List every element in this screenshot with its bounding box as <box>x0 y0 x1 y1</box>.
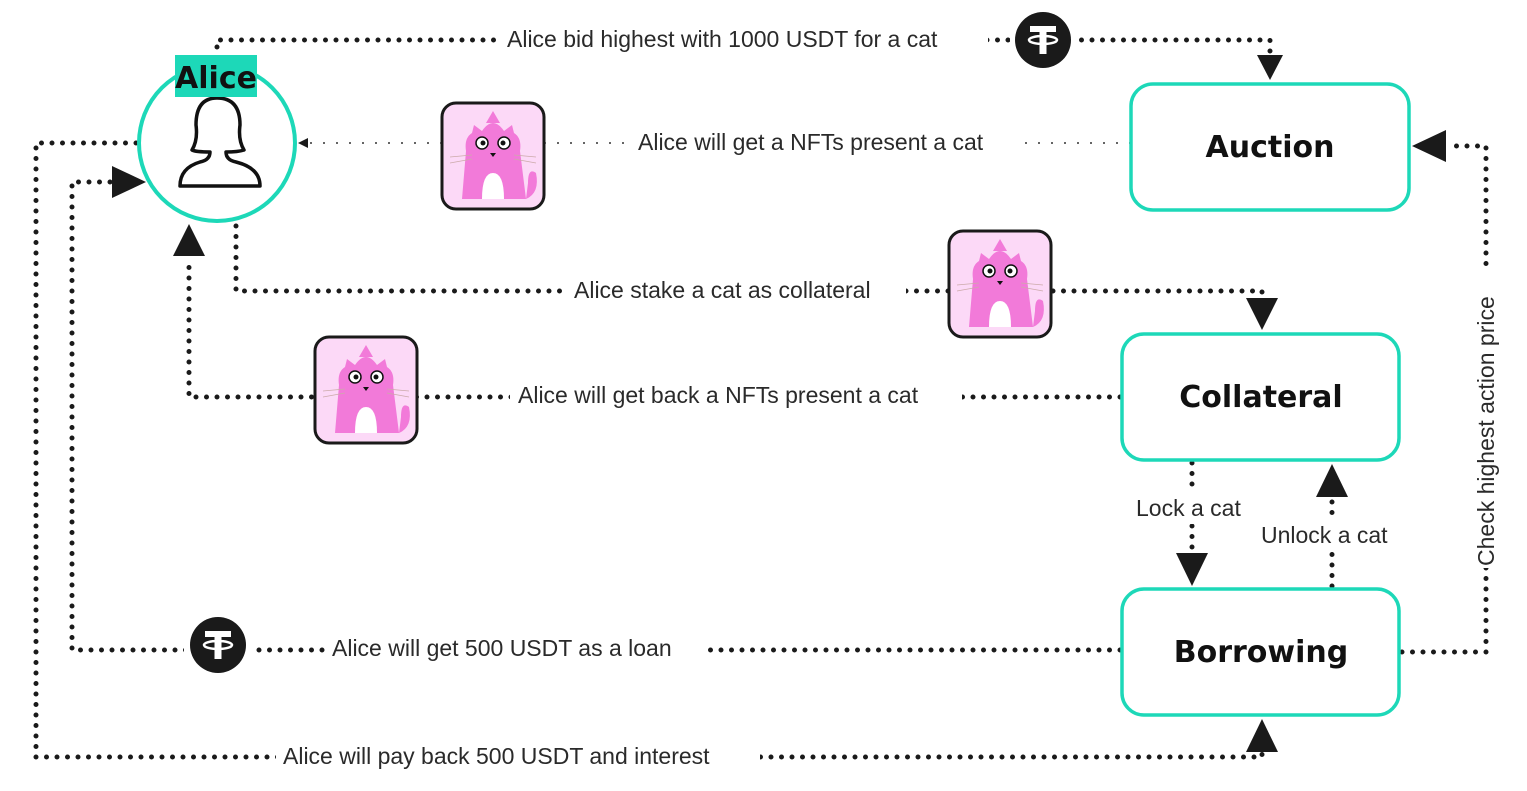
edge-get-nft: Alice will get a NFTs present a cat <box>298 101 1131 211</box>
edge-label-unlock: Unlock a cat <box>1261 522 1388 548</box>
actor-alice[interactable]: Alice <box>137 55 297 223</box>
edge-label-get-back: Alice will get back a NFTs present a cat <box>518 382 919 408</box>
edge-label-stake: Alice stake a cat as collateral <box>574 277 871 303</box>
tether-usdt-icon <box>1013 10 1073 70</box>
node-title: Auction <box>1206 130 1335 165</box>
edge-label-pay-back: Alice will pay back 500 USDT and interes… <box>283 743 710 769</box>
cat-nft-icon <box>313 335 419 445</box>
edge-label-get-nft: Alice will get a NFTs present a cat <box>638 129 984 155</box>
node-title: Borrowing <box>1174 635 1349 670</box>
edge-label-lock: Lock a cat <box>1136 495 1241 521</box>
edge-label-loan: Alice will get 500 USDT as a loan <box>332 635 672 661</box>
node-auction[interactable]: Auction <box>1129 82 1411 212</box>
node-collateral[interactable]: Collateral <box>1120 332 1401 462</box>
flow-diagram: Alice bid highest with 1000 USDT for a c… <box>33 10 1502 773</box>
node-borrowing[interactable]: Borrowing <box>1120 587 1401 717</box>
edge-label-check-price: Check highest action price <box>1473 296 1499 566</box>
actor-name: Alice <box>175 61 257 96</box>
edge-label-bid: Alice bid highest with 1000 USDT for a c… <box>507 26 938 52</box>
edge-unlock: Unlock a cat <box>1256 464 1406 589</box>
node-title: Collateral <box>1179 380 1342 415</box>
edge-check-price: Check highest action price <box>1399 130 1502 655</box>
edge-stake: Alice stake a cat as collateral <box>233 223 1278 339</box>
cat-nft-icon <box>947 229 1053 339</box>
edge-lock: Lock a cat <box>1132 460 1254 586</box>
edge-bid: Alice bid highest with 1000 USDT for a c… <box>214 10 1283 80</box>
edge-pay-back: Alice will pay back 500 USDT and interes… <box>33 140 1278 773</box>
tether-usdt-icon <box>188 615 248 675</box>
cat-nft-icon <box>440 101 546 211</box>
